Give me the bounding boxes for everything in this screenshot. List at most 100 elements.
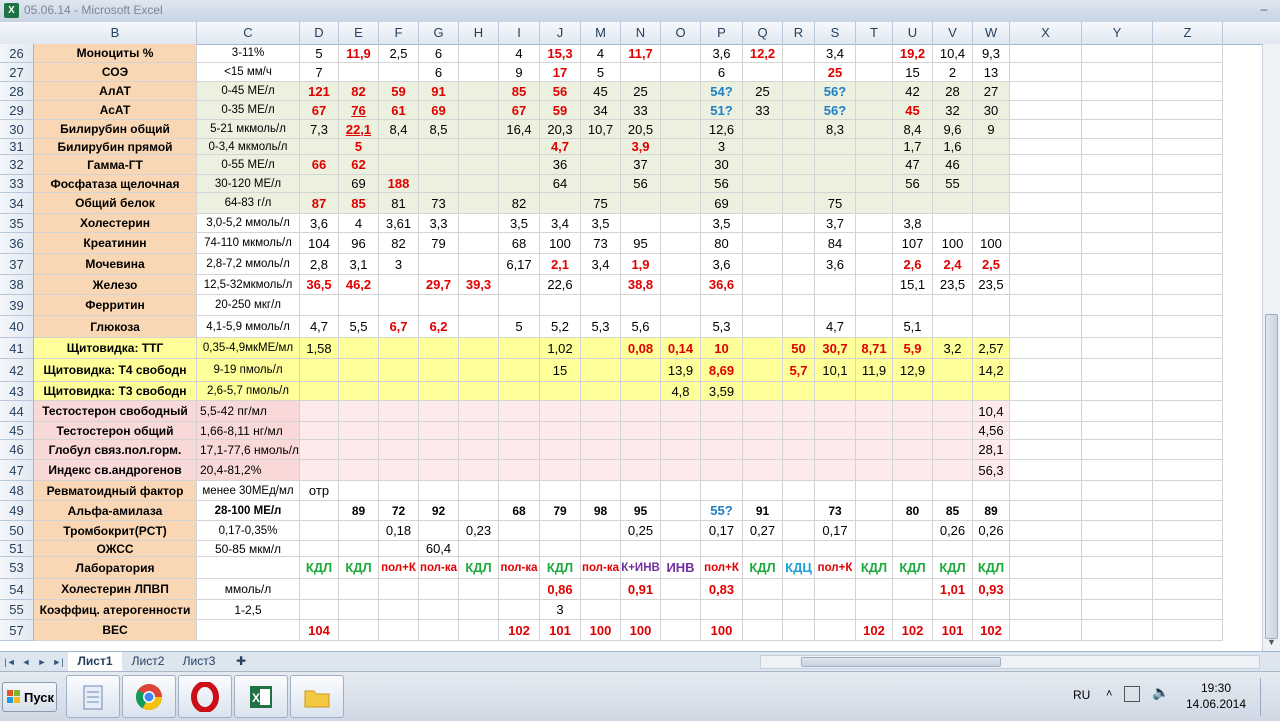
cell-E42[interactable] xyxy=(339,359,379,382)
cell-Z29[interactable] xyxy=(1153,101,1223,120)
cell-B37[interactable]: Мочевина xyxy=(34,254,197,275)
cell-Z42[interactable] xyxy=(1153,359,1223,382)
cell-J49[interactable]: 79 xyxy=(540,501,581,521)
cell-T47[interactable] xyxy=(856,460,893,481)
cell-Z38[interactable] xyxy=(1153,275,1223,295)
cell-Y40[interactable] xyxy=(1082,316,1153,338)
cell-O36[interactable] xyxy=(661,233,701,254)
cell-S57[interactable] xyxy=(815,620,856,641)
cell-W45[interactable]: 4,56 xyxy=(973,422,1010,440)
cell-P33[interactable]: 56 xyxy=(701,175,743,193)
cell-F49[interactable]: 72 xyxy=(379,501,419,521)
cell-X41[interactable] xyxy=(1010,338,1082,359)
cell-F43[interactable] xyxy=(379,382,419,401)
cell-O50[interactable] xyxy=(661,521,701,541)
cell-B47[interactable]: Индекс св.андрогенов xyxy=(34,460,197,481)
excel-app-icon[interactable]: X xyxy=(4,3,19,18)
cell-Q38[interactable] xyxy=(743,275,783,295)
cell-P36[interactable]: 80 xyxy=(701,233,743,254)
cell-Z41[interactable] xyxy=(1153,338,1223,359)
cell-I31[interactable] xyxy=(499,139,540,155)
column-header-Q[interactable]: Q xyxy=(743,22,783,44)
tab-sheet1[interactable]: Лист1 xyxy=(68,652,122,672)
cell-D43[interactable] xyxy=(300,382,339,401)
column-header-D[interactable]: D xyxy=(300,22,339,44)
cell-M43[interactable] xyxy=(581,382,621,401)
cell-M27[interactable]: 5 xyxy=(581,63,621,82)
cell-X31[interactable] xyxy=(1010,139,1082,155)
cell-T32[interactable] xyxy=(856,155,893,175)
cell-Q51[interactable] xyxy=(743,541,783,557)
cell-F29[interactable]: 61 xyxy=(379,101,419,120)
cell-T50[interactable] xyxy=(856,521,893,541)
cell-X50[interactable] xyxy=(1010,521,1082,541)
cell-N28[interactable]: 25 xyxy=(621,82,661,101)
cell-O54[interactable] xyxy=(661,579,701,600)
cell-E57[interactable] xyxy=(339,620,379,641)
cell-F54[interactable] xyxy=(379,579,419,600)
cell-C42[interactable]: 9-19 пмоль/л xyxy=(197,359,300,382)
cell-O30[interactable] xyxy=(661,120,701,139)
cell-M49[interactable]: 98 xyxy=(581,501,621,521)
cell-G27[interactable]: 6 xyxy=(419,63,459,82)
cell-C27[interactable]: <15 мм/ч xyxy=(197,63,300,82)
cell-M47[interactable] xyxy=(581,460,621,481)
cell-G48[interactable] xyxy=(419,481,459,501)
cell-I37[interactable]: 6,17 xyxy=(499,254,540,275)
cell-Y46[interactable] xyxy=(1082,440,1153,460)
cell-H35[interactable] xyxy=(459,214,499,233)
cell-E40[interactable]: 5,5 xyxy=(339,316,379,338)
cell-J46[interactable] xyxy=(540,440,581,460)
cell-S32[interactable] xyxy=(815,155,856,175)
cell-Y31[interactable] xyxy=(1082,139,1153,155)
cell-R54[interactable] xyxy=(783,579,815,600)
row-header-44[interactable]: 44 xyxy=(0,401,34,422)
cell-Q36[interactable] xyxy=(743,233,783,254)
vertical-scrollbar[interactable]: ▼ xyxy=(1262,44,1280,651)
cell-V40[interactable] xyxy=(933,316,973,338)
cell-R32[interactable] xyxy=(783,155,815,175)
cell-U54[interactable] xyxy=(893,579,933,600)
cell-R44[interactable] xyxy=(783,401,815,422)
cell-H37[interactable] xyxy=(459,254,499,275)
cell-J47[interactable] xyxy=(540,460,581,481)
cell-Y51[interactable] xyxy=(1082,541,1153,557)
cell-O53[interactable]: ИНВ xyxy=(661,557,701,579)
cell-R57[interactable] xyxy=(783,620,815,641)
cell-N47[interactable] xyxy=(621,460,661,481)
cell-J32[interactable]: 36 xyxy=(540,155,581,175)
cell-V30[interactable]: 9,6 xyxy=(933,120,973,139)
cell-S27[interactable]: 25 xyxy=(815,63,856,82)
cell-Q46[interactable] xyxy=(743,440,783,460)
cell-E50[interactable] xyxy=(339,521,379,541)
cell-W50[interactable]: 0,26 xyxy=(973,521,1010,541)
cell-I41[interactable] xyxy=(499,338,540,359)
cell-E53[interactable]: КДЛ xyxy=(339,557,379,579)
cell-X43[interactable] xyxy=(1010,382,1082,401)
cell-B34[interactable]: Общий белок xyxy=(34,193,197,214)
row-header-34[interactable]: 34 xyxy=(0,193,34,214)
cell-U39[interactable] xyxy=(893,295,933,316)
cell-P37[interactable]: 3,6 xyxy=(701,254,743,275)
cell-N55[interactable] xyxy=(621,600,661,620)
cell-X45[interactable] xyxy=(1010,422,1082,440)
cell-R29[interactable] xyxy=(783,101,815,120)
cell-V47[interactable] xyxy=(933,460,973,481)
prev-sheet-icon[interactable]: ◄ xyxy=(20,654,32,670)
cell-W31[interactable] xyxy=(973,139,1010,155)
cell-I48[interactable] xyxy=(499,481,540,501)
cell-S44[interactable] xyxy=(815,401,856,422)
cell-R41[interactable]: 50 xyxy=(783,338,815,359)
cell-Y55[interactable] xyxy=(1082,600,1153,620)
cell-Q29[interactable]: 33 xyxy=(743,101,783,120)
cell-Y27[interactable] xyxy=(1082,63,1153,82)
cell-W44[interactable]: 10,4 xyxy=(973,401,1010,422)
cell-R37[interactable] xyxy=(783,254,815,275)
column-header-V[interactable]: V xyxy=(933,22,973,44)
cell-V28[interactable]: 28 xyxy=(933,82,973,101)
cell-X28[interactable] xyxy=(1010,82,1082,101)
cell-V51[interactable] xyxy=(933,541,973,557)
cell-V45[interactable] xyxy=(933,422,973,440)
cell-J57[interactable]: 101 xyxy=(540,620,581,641)
cell-T34[interactable] xyxy=(856,193,893,214)
